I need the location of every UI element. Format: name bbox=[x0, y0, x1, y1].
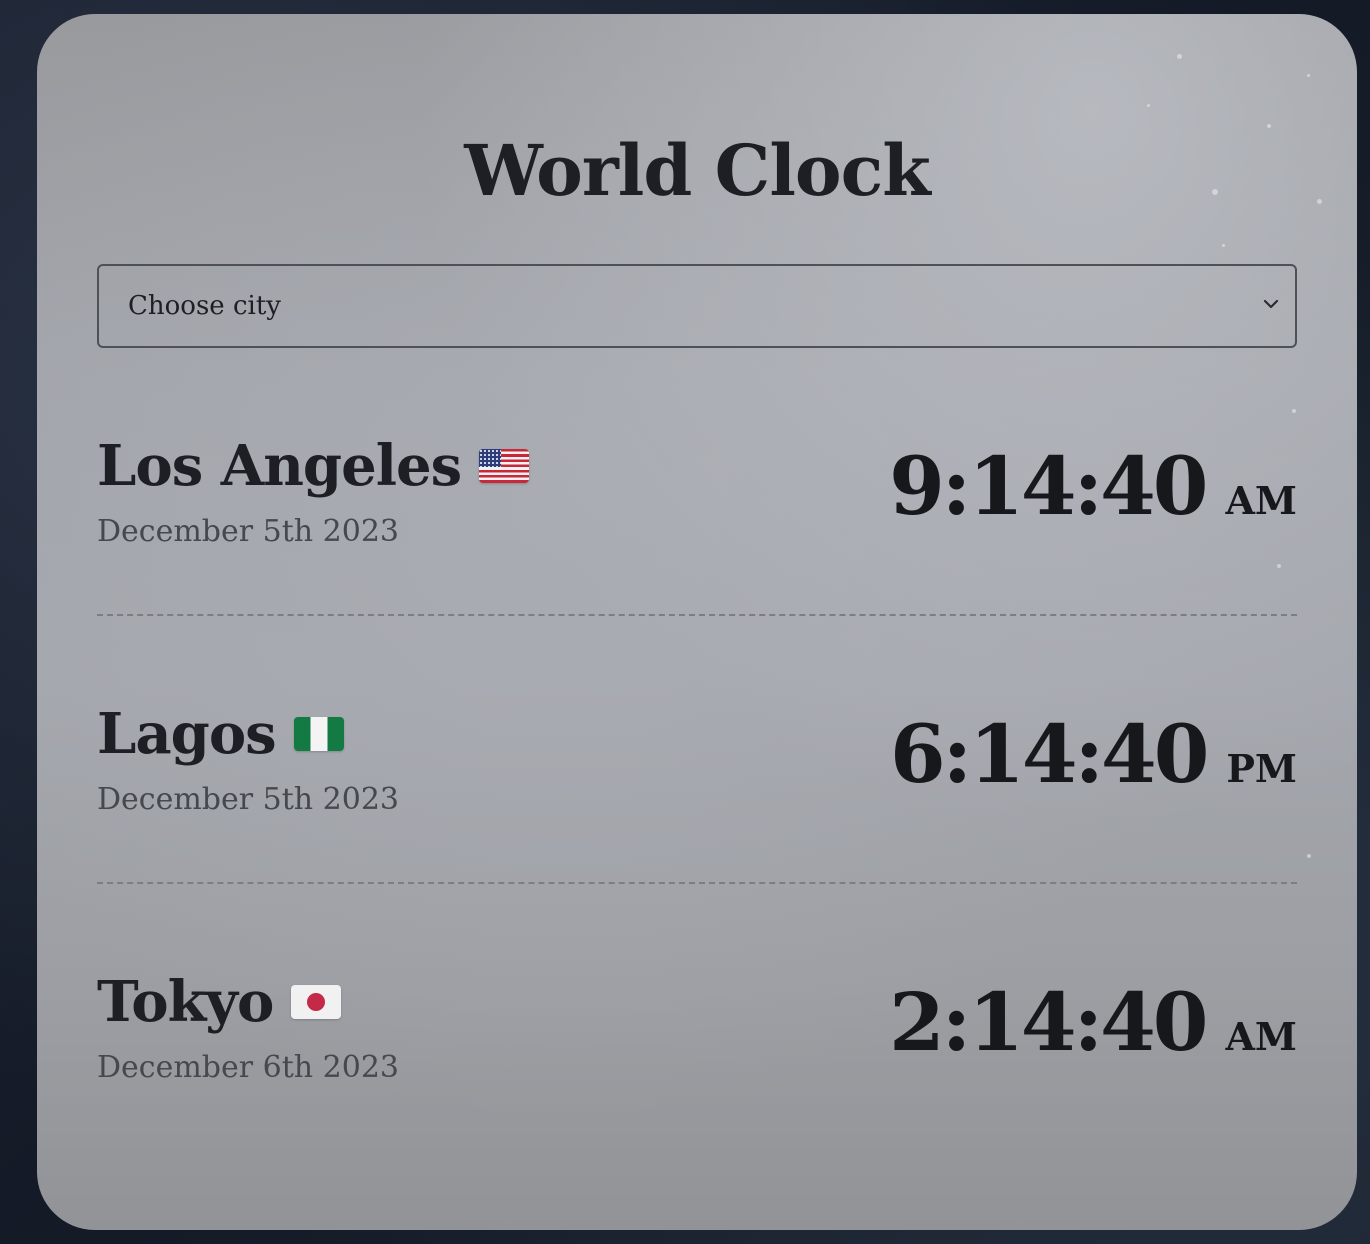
time-value: 6:14:40 bbox=[889, 707, 1209, 801]
background-speck bbox=[1307, 854, 1311, 858]
city-date: December 5th 2023 bbox=[97, 782, 399, 817]
time-value: 2:14:40 bbox=[889, 975, 1208, 1069]
city-time: 9:14:40 AM bbox=[889, 442, 1297, 530]
us-flag-icon bbox=[479, 449, 530, 483]
city-name-lagos: Lagos bbox=[97, 706, 344, 762]
city-select[interactable]: Choose city bbox=[97, 264, 1297, 348]
city-date: December 5th 2023 bbox=[97, 514, 399, 549]
city-time: 6:14:40 PM bbox=[890, 710, 1297, 798]
city-row-lagos: Lagos December 5th 2023 6:14:40 PM bbox=[97, 706, 1297, 884]
time-period: AM bbox=[1225, 1014, 1297, 1059]
chevron-down-icon bbox=[1263, 299, 1279, 309]
city-name-los-angeles: Los Angeles bbox=[97, 433, 530, 499]
background-speck bbox=[1147, 104, 1150, 107]
city-row-tokyo: Tokyo December 6th 2023 2:14:40 AM bbox=[97, 974, 1297, 1152]
time-period: AM bbox=[1225, 478, 1297, 523]
background-speck bbox=[1307, 74, 1310, 77]
background-speck bbox=[1292, 409, 1296, 413]
page-title: World Clock bbox=[464, 129, 931, 212]
background-speck bbox=[1267, 124, 1271, 128]
city-date: December 6th 2023 bbox=[97, 1050, 399, 1085]
japan-flag-icon bbox=[291, 985, 342, 1019]
time-value: 9:14:40 bbox=[889, 439, 1208, 533]
time-period: PM bbox=[1226, 746, 1297, 791]
city-name-label: Tokyo bbox=[97, 969, 274, 1035]
background-speck bbox=[1177, 54, 1182, 59]
background-speck bbox=[1222, 244, 1225, 247]
city-select-label: Choose city bbox=[128, 291, 281, 321]
city-time: 2:14:40 AM bbox=[889, 978, 1297, 1066]
world-clock-card: World Clock Choose city Los Angeles Dece… bbox=[37, 14, 1357, 1230]
nigeria-flag-icon bbox=[293, 717, 344, 751]
city-name-tokyo: Tokyo bbox=[97, 969, 342, 1035]
city-name-label: Lagos bbox=[97, 701, 277, 767]
city-row-los-angeles: Los Angeles December 5th 2023 9:14:40 AM bbox=[97, 438, 1297, 616]
city-name-label: Los Angeles bbox=[97, 433, 462, 499]
